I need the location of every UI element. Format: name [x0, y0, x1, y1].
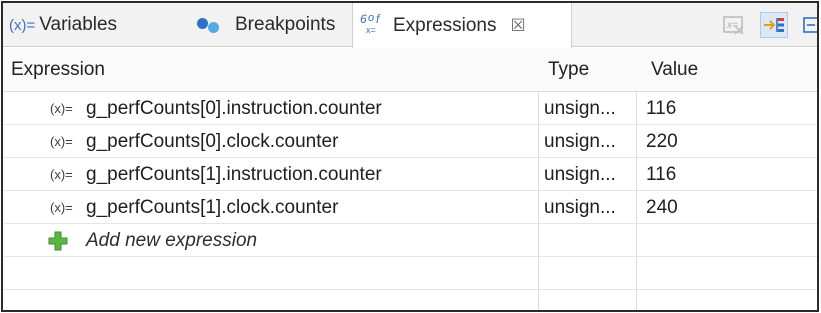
tab-expressions-label: Expressions [393, 14, 497, 36]
menu-button[interactable] [799, 12, 817, 38]
expression-name: g_perfCounts[0].instruction.counter [86, 98, 382, 119]
table-row[interactable]: (x)= g_perfCounts[1].instruction.counter… [3, 158, 817, 191]
expression-value[interactable]: 220 [646, 125, 678, 158]
remove-expression-icon: x= [723, 16, 744, 35]
remove-expression-button[interactable]: x= [720, 12, 748, 38]
view-menu-icon [803, 17, 817, 33]
add-new-expression-label[interactable]: Add new expression [86, 224, 257, 257]
table-header: Expression Type Value [3, 48, 817, 92]
table-row[interactable]: (x)= g_perfCounts[0].instruction.counter… [3, 92, 817, 125]
expressions-view: (x)= Variables Breakpoints 6 o f x= Expr… [1, 1, 819, 312]
expression-type: unsign... [544, 131, 616, 152]
expression-type: unsign... [544, 98, 616, 119]
tab-variables-label: Variables [39, 14, 118, 35]
breakpoints-icon [197, 15, 227, 35]
tab-variables[interactable]: (x)= Variables [9, 3, 117, 47]
expressions-table: Expression Type Value (x)= g_perfCounts[… [3, 48, 817, 310]
expression-name: g_perfCounts[1].instruction.counter [86, 164, 382, 185]
table-row[interactable]: (x)= g_perfCounts[1].clock.counter unsig… [3, 191, 817, 224]
column-header-value[interactable]: Value [651, 48, 698, 92]
expression-value[interactable]: 240 [646, 191, 678, 224]
collapse-all-button[interactable] [760, 12, 788, 38]
table-row[interactable]: (x)= g_perfCounts[0].clock.counter unsig… [3, 125, 817, 158]
svg-text:6: 6 [360, 12, 367, 26]
variable-icon: (x)= [50, 134, 73, 149]
svg-text:x=: x= [726, 20, 738, 31]
view-tab-bar: (x)= Variables Breakpoints 6 o f x= Expr… [3, 3, 817, 48]
column-header-type[interactable]: Type [548, 48, 589, 92]
variable-icon: (x)= [9, 16, 36, 34]
close-icon[interactable]: ☒ [511, 16, 526, 36]
expression-name: g_perfCounts[1].clock.counter [86, 197, 339, 218]
expression-type: unsign... [544, 197, 616, 218]
svg-text:o: o [368, 12, 374, 24]
expression-value[interactable]: 116 [646, 92, 676, 125]
expressions-icon: 6 o f x= [359, 11, 387, 41]
expression-name: g_perfCounts[0].clock.counter [86, 131, 339, 152]
add-expression-row[interactable]: Add new expression [3, 224, 817, 257]
tab-breakpoints[interactable]: Breakpoints [197, 3, 335, 47]
variable-icon: (x)= [50, 101, 73, 116]
empty-row [3, 257, 817, 290]
variable-icon: (x)= [50, 200, 73, 215]
variable-icon: (x)= [50, 167, 73, 182]
column-header-expression[interactable]: Expression [11, 48, 105, 92]
svg-text:x=: x= [366, 25, 376, 35]
expression-type: unsign... [544, 164, 616, 185]
tab-expressions[interactable]: 6 o f x= Expressions ☒ [352, 3, 572, 48]
svg-text:f: f [376, 12, 381, 26]
expression-value[interactable]: 116 [646, 158, 676, 191]
add-plus-icon [48, 231, 68, 251]
collapse-all-icon [764, 18, 784, 32]
tab-breakpoints-label: Breakpoints [235, 14, 336, 35]
